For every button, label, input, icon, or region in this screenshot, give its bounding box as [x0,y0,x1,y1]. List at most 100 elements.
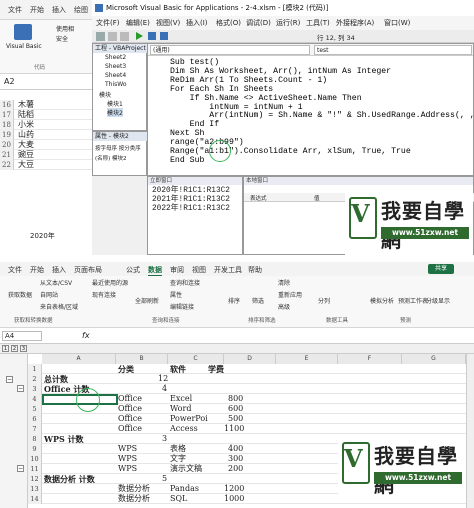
column-header[interactable]: F [338,354,402,364]
cell-c[interactable]: 表格 [170,444,186,454]
tab-insert[interactable]: 插入 [52,5,66,15]
cell-b[interactable]: WPS [118,444,137,454]
tree-item-module2[interactable]: 模块2 [107,108,123,117]
refresh-all-button[interactable]: 全部刷新 [135,296,159,305]
menu-edit[interactable]: 编辑(E) [126,16,150,30]
cell-d[interactable]: 1100 [224,424,244,434]
menu-insert[interactable]: 插入(I) [186,16,208,30]
save-icon[interactable] [120,32,129,41]
cell-d[interactable]: 1200 [224,484,244,494]
cell-d[interactable]: 400 [228,444,243,454]
tree-folder-modules[interactable]: 模块 [99,90,111,99]
cell-b[interactable]: Office [118,424,142,434]
cell-d[interactable]: 1000 [224,494,244,504]
menu-run[interactable]: 运行(R) [276,16,300,30]
filter-button[interactable]: 筛选 [252,296,264,305]
collapse-icon[interactable]: − [17,465,24,472]
cell-c[interactable]: Excel [170,394,192,404]
use-relative-button[interactable]: 使用相 [56,24,74,33]
cell-c[interactable]: SQL [170,494,187,504]
cell[interactable]: 山药 [18,130,34,140]
outline-level-3[interactable]: 3 [20,345,27,352]
cell-a[interactable]: 总计数 [44,374,68,384]
tab-formulas[interactable]: 公式 [126,265,140,275]
cell-c[interactable]: 4 [162,384,167,394]
sort-button[interactable]: 排序 [228,296,240,305]
stop-icon[interactable] [160,32,168,40]
tree-item-sheet2[interactable]: Sheet2 [105,54,126,61]
tab-home[interactable]: 开始 [30,5,44,15]
column-header[interactable]: B [116,354,168,364]
procedure-dropdown[interactable]: test [314,45,472,55]
from-text-csv-button[interactable]: 从文本/CSV [40,278,72,287]
cell[interactable]: 豌豆 [18,150,34,160]
cell-c[interactable]: PowerPoi [170,414,208,424]
cell[interactable]: 大豆 [18,160,34,170]
run-icon[interactable] [136,32,143,40]
object-dropdown[interactable]: (通用) [150,45,310,55]
cell-a[interactable]: WPS 计数 [44,434,84,444]
code-window[interactable]: (通用) test Sub test() Dim Sh As Worksheet… [147,43,474,176]
cell-b[interactable]: Office [118,404,142,414]
vertical-scrollbar[interactable] [466,354,474,508]
cell-c[interactable]: Pandas [170,484,199,494]
menu-window[interactable]: 窗口(W) [384,16,410,30]
name-box[interactable]: A2 [4,77,15,86]
cell-b[interactable]: 分类 [118,364,134,374]
text-to-columns-button[interactable]: 分列 [318,296,330,305]
tab-home[interactable]: 开始 [30,265,44,275]
column-header[interactable]: D [224,354,276,364]
cell-c[interactable]: 演示文稿 [170,464,202,474]
props-tabs[interactable]: 按字母序 按分类序 [95,144,141,152]
menu-tools[interactable]: 工具(T) [306,16,330,30]
column-header[interactable]: G [402,354,466,364]
cell-c[interactable]: 文字 [170,454,186,464]
clear-button[interactable]: 清除 [278,278,290,287]
outline-level-1[interactable]: 1 [2,345,9,352]
tab-view[interactable]: 视图 [192,265,206,275]
cell-b[interactable]: 数据分析 [118,484,150,494]
cell-b[interactable]: WPS [118,454,137,464]
get-data-button[interactable]: 获取数据 [8,290,32,299]
tree-item-sheet3[interactable]: Sheet3 [105,63,126,70]
tab-insert[interactable]: 插入 [52,265,66,275]
tree-item-module1[interactable]: 模块1 [107,99,123,108]
cell[interactable]: 木薯 [18,100,34,110]
insert-module-icon[interactable] [108,32,117,41]
cell-b[interactable]: Office [118,414,142,424]
cell-c[interactable]: Access [170,424,198,434]
menu-addins[interactable]: 外接程序(A) [336,16,374,30]
tree-item-sheet4[interactable]: Sheet4 [105,72,126,79]
tab-review[interactable]: 审阅 [170,265,184,275]
cell-b[interactable]: Office [118,394,142,404]
column-header[interactable]: A [42,354,116,364]
cell-c[interactable]: 3 [162,434,167,444]
queries-connections-button[interactable]: 查询和连接 [170,278,200,287]
immediate-window[interactable]: 立即窗口 2020年!R1C1:R13C2 2021年!R1C1:R13C2 2… [147,176,243,255]
visual-basic-icon[interactable] [14,24,32,40]
recent-sources-button[interactable]: 最近使用的源 [92,278,128,287]
tab-draw[interactable]: 绘图 [74,5,88,15]
share-button[interactable]: 共享 [428,264,454,274]
column-header[interactable]: E [276,354,338,364]
cell-c[interactable]: 5 [162,474,167,484]
tab-developer[interactable]: 开发工具 [214,265,242,275]
cell[interactable]: 小米 [18,120,34,130]
properties-button[interactable]: 属性 [170,290,182,299]
name-box[interactable]: A4 [2,331,42,341]
outline-button[interactable]: 分级显示 [426,296,450,305]
column-header[interactable]: C [168,354,224,364]
collapse-icon[interactable]: − [6,376,13,383]
sheet-tab[interactable]: 2020年 [30,231,55,241]
cell-d[interactable]: 200 [228,464,243,474]
from-web-button[interactable]: 自网站 [40,290,58,299]
tab-file[interactable]: 文件 [8,265,22,275]
cell-b[interactable]: WPS [118,464,137,474]
menu-debug[interactable]: 调试(D) [246,16,271,30]
cell-d[interactable]: 600 [228,404,243,414]
cell-c[interactable]: 12 [158,374,168,384]
existing-connections-button[interactable]: 现有连接 [92,290,116,299]
cell-c[interactable]: 软件 [170,364,186,374]
menu-view[interactable]: 视图(V) [156,16,180,30]
props-name-row[interactable]: (名称) 模块2 [95,154,127,162]
